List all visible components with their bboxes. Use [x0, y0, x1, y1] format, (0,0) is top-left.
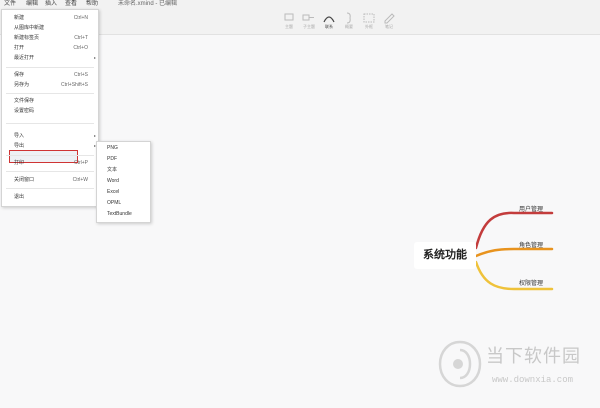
export-submenu: PNG PDF 文本 Word Excel OPML TextBundle — [96, 141, 151, 223]
menu-item-label: 导出 — [14, 143, 25, 149]
menu-item-shortcut: Ctrl+Shift+S — [61, 82, 88, 88]
menu-item-label: 打印 — [14, 160, 25, 166]
menu-separator — [6, 155, 94, 156]
menu-item-export[interactable]: 导出 ▸ — [2, 142, 98, 150]
branch-role-management — [474, 247, 554, 258]
export-word[interactable]: Word — [107, 177, 119, 185]
menu-item-open[interactable]: 打开 Ctrl+O — [2, 44, 98, 52]
menu-item-label: 打开 — [14, 45, 25, 51]
submenu-arrow-icon: ▸ — [93, 55, 96, 60]
watermark-logo-icon — [438, 340, 482, 388]
menu-item-recent[interactable]: 最近打开 ▸ — [2, 54, 98, 62]
menu-separator — [6, 123, 94, 124]
menu-item-shortcut: Ctrl+S — [73, 72, 88, 78]
menu-item-label: 另存为 — [14, 82, 30, 88]
menu-item-shortcut: Ctrl+N — [73, 15, 88, 21]
menu-item-label: 最近打开 — [14, 55, 35, 61]
menu-item-new[interactable]: 新建 Ctrl+N — [2, 14, 98, 22]
export-png[interactable]: PNG — [107, 144, 118, 152]
watermark-url: www.downxia.com — [492, 375, 574, 385]
menu-separator — [6, 188, 94, 189]
export-text[interactable]: 文本 — [107, 166, 117, 174]
menu-item-shortcut: Ctrl+T — [74, 35, 88, 41]
menu-item-shortcut: Ctrl+W — [72, 177, 88, 183]
file-menu: 新建 Ctrl+N 从图库中新建 新建标签页 Ctrl+T 打开 Ctrl+O … — [1, 9, 99, 207]
menu-item-new-tab[interactable]: 新建标签页 Ctrl+T — [2, 34, 98, 42]
central-topic[interactable]: 系统功能 — [414, 242, 476, 269]
menu-item-label: 从图库中新建 — [14, 25, 45, 31]
menu-item-set-password[interactable]: 设置密码 — [2, 107, 98, 115]
topic-user-management[interactable]: 用户管理 — [519, 204, 543, 213]
menu-item-close-window[interactable]: 关闭窗口 Ctrl+W — [2, 176, 98, 184]
menu-item-label: 设置密码 — [14, 108, 35, 114]
menu-separator — [6, 171, 94, 172]
menu-item-label: 导入 — [14, 133, 25, 139]
topic-role-management[interactable]: 角色管理 — [519, 240, 543, 249]
export-pdf[interactable]: PDF — [107, 155, 117, 163]
menu-item-label: 关闭窗口 — [14, 177, 35, 183]
menu-item-shortcut: Ctrl+O — [73, 45, 88, 51]
export-excel[interactable]: Excel — [107, 188, 119, 196]
menu-item-label: 保存 — [14, 72, 25, 78]
menu-item-save[interactable]: 保存 Ctrl+S — [2, 71, 98, 79]
menu-item-label: 退出 — [14, 194, 25, 200]
menu-item-shortcut: Ctrl+P — [73, 160, 88, 166]
menu-item-print[interactable]: 打印 Ctrl+P — [2, 159, 98, 167]
menu-item-file-save[interactable]: 文件保存 — [2, 97, 98, 105]
menu-separator — [6, 67, 94, 68]
menu-item-save-as[interactable]: 另存为 Ctrl+Shift+S — [2, 81, 98, 89]
export-textbundle[interactable]: TextBundle — [107, 210, 132, 218]
menu-item-label: 新建标签页 — [14, 35, 40, 41]
submenu-arrow-icon: ▸ — [93, 133, 96, 138]
menu-item-new-from-gallery[interactable]: 从图库中新建 — [2, 24, 98, 32]
export-opml[interactable]: OPML — [107, 199, 121, 207]
menu-item-label: 新建 — [14, 15, 25, 21]
menu-separator — [6, 93, 94, 94]
topic-permission-management[interactable]: 权限管理 — [519, 278, 543, 287]
menu-item-import[interactable]: 导入 ▸ — [2, 132, 98, 140]
menu-item-quit[interactable]: 退出 — [2, 193, 98, 201]
watermark-text: 当下软件园 — [486, 346, 581, 366]
menu-item-label: 文件保存 — [14, 98, 35, 104]
